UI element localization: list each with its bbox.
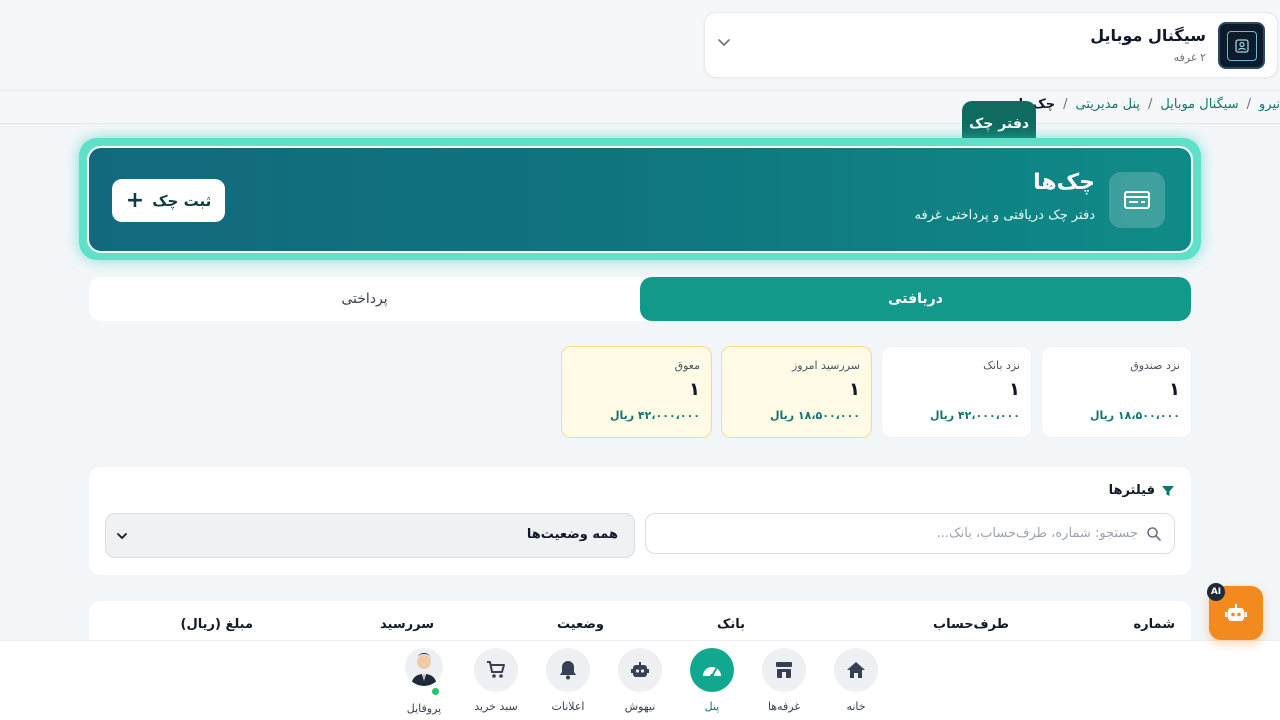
cheque-tabs: دریافتی پرداختی (89, 277, 1191, 321)
online-status-dot (432, 688, 439, 695)
nav-home[interactable]: خانه (826, 648, 886, 718)
breadcrumb: نیرو / سیگنال موبایل / پنل مدیریتی / چک‌… (1019, 97, 1280, 112)
stat-label: نزد بانک (983, 359, 1020, 372)
nav-notifications[interactable]: اعلانات (538, 648, 598, 718)
column-header-status[interactable]: وضعیت (557, 617, 604, 632)
breadcrumb-item-home[interactable]: نیرو (1259, 97, 1280, 112)
chevron-down-icon (117, 533, 127, 540)
stat-count: ۱ (1169, 379, 1180, 400)
robot-icon (1225, 604, 1247, 621)
stat-count: ۱ (1009, 379, 1020, 400)
column-header-party[interactable]: طرف‌حساب (933, 617, 1009, 632)
nav-booths[interactable]: غرفه‌ها (754, 648, 814, 718)
robot-icon (618, 648, 662, 692)
cart-icon (474, 648, 518, 692)
top-bar: سیگنال موبایل ۲ غرفه (0, 0, 1280, 90)
nav-ai[interactable]: نیهوش (610, 648, 670, 718)
column-header-number[interactable]: شماره (1133, 617, 1175, 632)
breadcrumb-separator: / (1063, 97, 1068, 112)
add-cheque-label: ثبت چک (152, 191, 212, 210)
breadcrumb-separator: / (1246, 97, 1251, 112)
page-title: چک‌ها (1033, 170, 1095, 195)
nav-profile-label: پروفایل (406, 702, 442, 715)
breadcrumb-bar: نیرو / سیگنال موبایل / پنل مدیریتی / چک‌… (0, 90, 1280, 124)
home-icon (834, 648, 878, 692)
filters-title-label: فیلترها (1108, 483, 1155, 498)
cheque-card-icon (1109, 172, 1165, 228)
filters-title: فیلترها (1109, 483, 1175, 498)
ai-badge: AI (1207, 583, 1225, 601)
store-icon (762, 648, 806, 692)
stat-amount: ۴۲،۰۰۰،۰۰۰ ریال (609, 409, 700, 422)
stat-card-bank: نزد بانک ۱ ۴۲،۰۰۰،۰۰۰ ریال (881, 346, 1032, 438)
nav-ai-label: نیهوش (624, 700, 656, 713)
stat-amount: ۱۸،۵۰۰،۰۰۰ ریال (769, 409, 860, 422)
search-input[interactable] (658, 514, 1138, 553)
stat-count: ۱ (849, 379, 860, 400)
filters-panel: فیلترها همه وضعیت‌ها (89, 467, 1191, 575)
column-header-due-date[interactable]: سررسید (380, 617, 434, 632)
breadcrumb-separator: / (1148, 97, 1153, 112)
nav-home-label: خانه (846, 700, 866, 713)
nav-cart-label: سبد خرید (474, 700, 518, 713)
stat-amount: ۱۸،۵۰۰،۰۰۰ ریال (1089, 409, 1180, 422)
breadcrumb-item-panel[interactable]: پنل مدیریتی (1076, 97, 1140, 112)
status-select-value: همه وضعیت‌ها (526, 527, 618, 542)
store-logo (1218, 22, 1265, 69)
stat-label: معوق (674, 359, 700, 372)
stat-card-cashbox: نزد صندوق ۱ ۱۸،۵۰۰،۰۰۰ ریال (1041, 346, 1192, 438)
stat-card-due-today: سررسید امروز ۱ ۱۸،۵۰۰،۰۰۰ ریال (721, 346, 872, 438)
bottom-nav: خانه غرفه‌ها پنل نیهوش اعلانات سبد خرید (0, 640, 1280, 720)
nav-notifications-label: اعلانات (551, 700, 585, 713)
bell-icon (546, 648, 590, 692)
stat-card-overdue: معوق ۱ ۴۲،۰۰۰،۰۰۰ ریال (561, 346, 712, 438)
page-subtitle: دفتر چک دریافتی و پرداختی غرفه (914, 208, 1095, 223)
tab-paid[interactable]: پرداختی (89, 277, 640, 321)
column-header-bank[interactable]: بانک (717, 617, 745, 632)
breadcrumb-item-store[interactable]: سیگنال موبایل (1160, 97, 1238, 112)
nav-panel-label: پنل (704, 700, 720, 713)
nav-cart[interactable]: سبد خرید (466, 648, 526, 718)
chevron-down-icon[interactable] (715, 33, 733, 51)
tab-received[interactable]: دریافتی (640, 277, 1191, 321)
add-cheque-button[interactable]: ثبت چک + (112, 179, 225, 222)
store-logo-icon (1234, 38, 1249, 53)
avatar (405, 648, 443, 686)
stat-label: سررسید امروز (791, 359, 860, 372)
stat-amount: ۴۲،۰۰۰،۰۰۰ ریال (929, 409, 1020, 422)
store-name: سیگنال موبایل (1090, 26, 1206, 45)
hero-banner: چک‌ها دفتر چک دریافتی و پرداختی غرفه ثبت… (87, 146, 1193, 253)
filter-icon (1162, 485, 1174, 496)
store-booth-count: ۲ غرفه (1173, 51, 1206, 64)
column-header-amount[interactable]: مبلغ (ریال) (181, 617, 253, 632)
search-box (645, 513, 1175, 554)
nav-booths-label: غرفه‌ها (767, 700, 801, 713)
stat-count: ۱ (689, 379, 700, 400)
status-select[interactable]: همه وضعیت‌ها (105, 513, 635, 558)
stat-label: نزد صندوق (1130, 359, 1180, 372)
dashboard-gauge-icon (690, 648, 734, 692)
plus-icon: + (125, 187, 145, 213)
search-icon (1147, 527, 1161, 541)
store-selector[interactable]: سیگنال موبایل ۲ غرفه (704, 12, 1278, 78)
nav-profile[interactable]: پروفایل (394, 648, 454, 718)
nav-panel[interactable]: پنل (682, 648, 742, 718)
